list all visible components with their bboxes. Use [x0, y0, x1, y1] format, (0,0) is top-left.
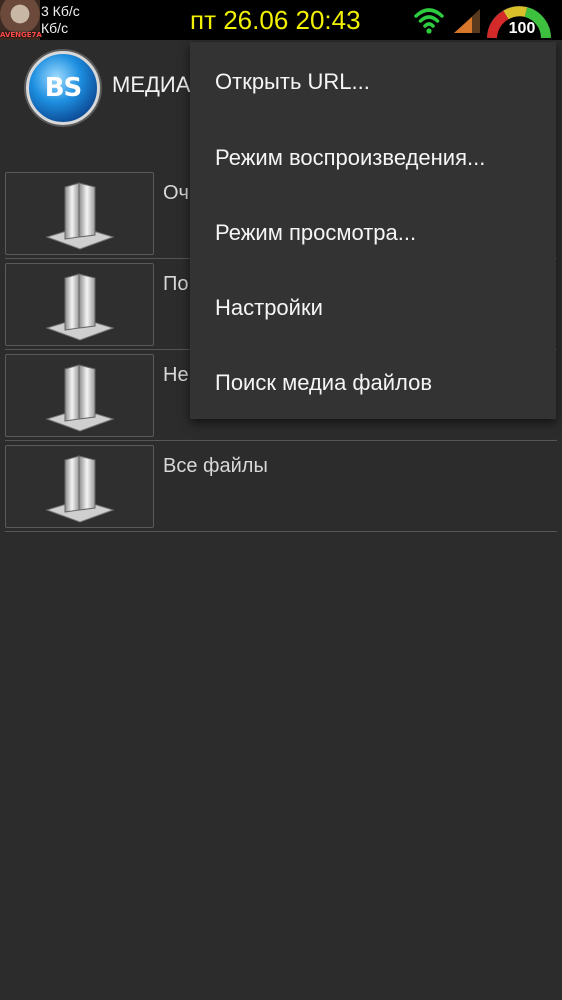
folder-icon: [45, 182, 115, 250]
thumbnail: [5, 354, 154, 437]
avatar: AVENGE7A: [0, 0, 42, 40]
menu-item-label: Поиск медиа файлов: [215, 370, 433, 395]
list-item[interactable]: Все файлы: [0, 441, 562, 532]
menu-item-label: Режим просмотра...: [215, 220, 417, 245]
menu-item-label: Настройки: [215, 295, 323, 320]
thumbnail: [5, 172, 154, 255]
avatar-tag: AVENGE7A: [0, 31, 42, 39]
menu-item-label: Открыть URL...: [215, 69, 370, 94]
upload-rate: 3 Кб/с: [41, 3, 80, 19]
overflow-menu: Открыть URL... Режим воспроизведения... …: [190, 42, 556, 419]
status-bar: AVENGE7A 3 Кб/с Кб/с пт 26.06 20:43 100: [0, 0, 562, 40]
app-logo-text: BS: [44, 73, 83, 103]
status-clock: пт 26.06 20:43: [190, 5, 361, 35]
menu-item-view-mode[interactable]: Режим просмотра...: [190, 192, 556, 267]
menu-item-search-media[interactable]: Поиск медиа файлов: [190, 342, 556, 417]
menu-item-settings[interactable]: Настройки: [190, 267, 556, 342]
divider: [5, 531, 557, 532]
wifi-icon: [414, 8, 444, 34]
folder-icon: [45, 455, 115, 523]
list-item-label: По: [163, 273, 189, 295]
battery-level: 100: [508, 20, 536, 37]
app-title: МЕДИА: [112, 72, 191, 97]
app-logo[interactable]: BS: [26, 51, 100, 125]
list-item-label: Все файлы: [163, 455, 268, 477]
list-item-label: Не: [163, 364, 189, 386]
thumbnail: [5, 445, 154, 528]
folder-icon: [45, 364, 115, 432]
menu-item-playback-mode[interactable]: Режим воспроизведения...: [190, 117, 556, 192]
cell-signal-icon: [454, 9, 480, 33]
thumbnail: [5, 263, 154, 346]
folder-icon: [45, 273, 115, 341]
list-item-label: Оч: [163, 182, 189, 204]
menu-item-open-url[interactable]: Открыть URL...: [190, 42, 556, 117]
menu-item-label: Режим воспроизведения...: [215, 145, 486, 170]
download-rate: Кб/с: [41, 20, 69, 36]
